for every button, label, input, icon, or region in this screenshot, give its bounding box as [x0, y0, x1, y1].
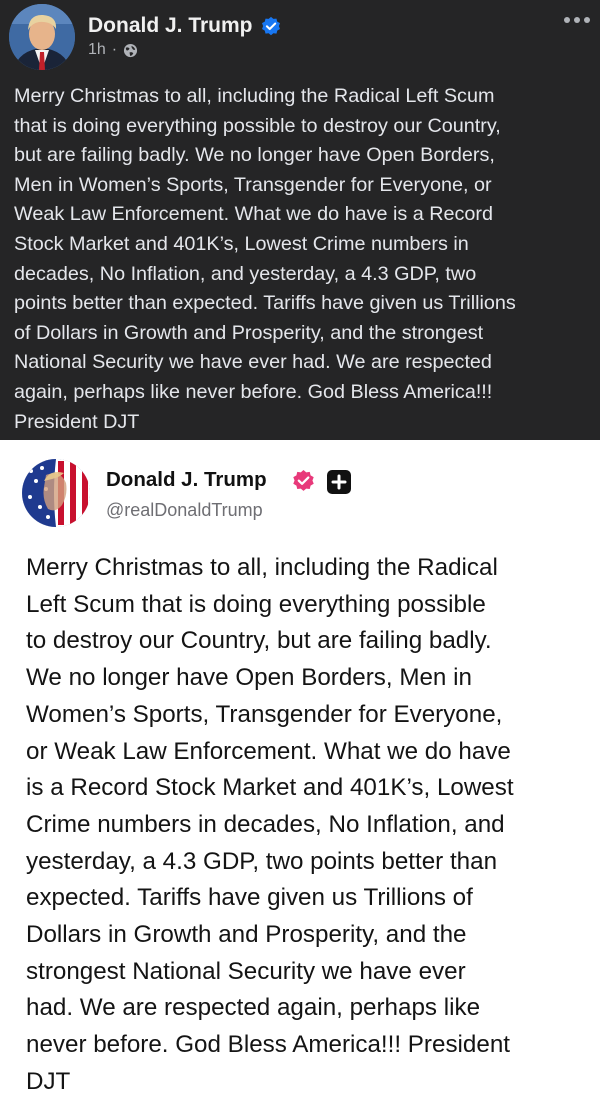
author-name[interactable]: Donald J. Trump [106, 468, 267, 492]
verified-badge-icon [262, 16, 280, 36]
post-meta: 1h · [88, 41, 138, 59]
globe-icon[interactable] [123, 43, 138, 58]
plus-badge-icon [327, 470, 351, 494]
post-body: Merry Christmas to all, including the Ra… [26, 554, 514, 1095]
facebook-post: Donald J. Trump 1h · Merry Christmas to … [0, 0, 600, 440]
avatar[interactable] [9, 4, 75, 70]
post-body: Merry Christmas to all, including the Ra… [14, 85, 516, 433]
more-options-icon[interactable] [562, 10, 592, 30]
verified-badge-icon [293, 470, 314, 491]
avatar[interactable] [22, 459, 90, 527]
timestamp[interactable]: 1h [88, 41, 106, 59]
meta-separator: · [111, 41, 118, 58]
truth-social-post: Donald J. Trump @realDonaldTrump Merry C… [0, 440, 600, 1113]
author-handle[interactable]: @realDonaldTrump [106, 500, 263, 521]
author-name[interactable]: Donald J. Trump [88, 14, 253, 38]
